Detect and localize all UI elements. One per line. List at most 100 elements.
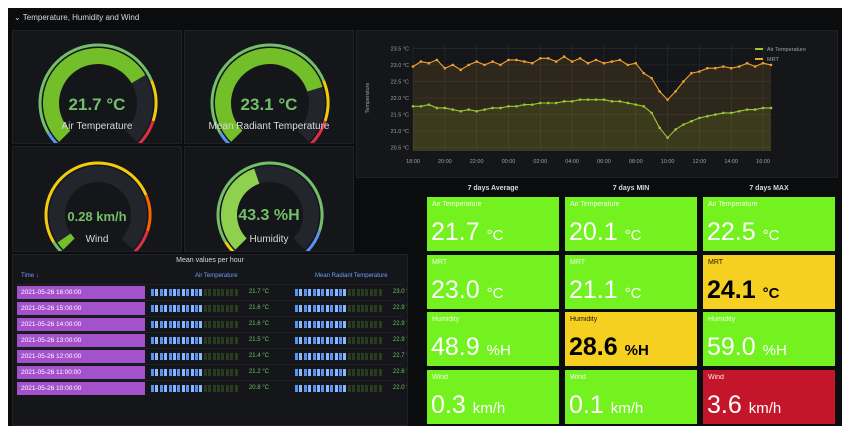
bar-segment bbox=[339, 353, 342, 360]
stat-min-wind[interactable]: Wind 0.1 km/h bbox=[564, 368, 698, 425]
data-point bbox=[610, 60, 614, 63]
column-header-air[interactable]: Air Temperature bbox=[195, 273, 238, 279]
stat-number: 21.7 bbox=[431, 218, 480, 246]
stat-max-wind[interactable]: Wind 3.6 km/h bbox=[702, 368, 836, 425]
bar-segment bbox=[312, 385, 316, 392]
data-point bbox=[618, 58, 622, 62]
bar-segment bbox=[347, 353, 351, 360]
gauge-value: 23.1 °C bbox=[240, 95, 298, 114]
bar-segment bbox=[230, 385, 234, 392]
mrt-value-cell: 23.0 °C bbox=[392, 289, 407, 295]
data-point bbox=[531, 103, 534, 106]
bar-segment bbox=[334, 305, 338, 312]
data-point bbox=[761, 61, 765, 65]
gauge-value: 0.28 km/h bbox=[67, 209, 127, 224]
bar-segment bbox=[347, 337, 351, 344]
data-point bbox=[459, 68, 463, 72]
table-row[interactable]: 2021-05-26 15:00:00 21.6 °C 22.9 °C bbox=[17, 300, 407, 316]
data-point bbox=[721, 65, 725, 68]
y-tick-label: 22.0 °C bbox=[391, 96, 409, 102]
table-row[interactable]: 2021-05-26 10:00:00 20.8 °C 22.0 °C bbox=[17, 380, 407, 396]
dashboard: ⌄ Temperature, Humidity and Wind 21.7 °C… bbox=[8, 8, 842, 426]
bar-segment bbox=[190, 353, 194, 360]
bar-segment bbox=[374, 321, 378, 328]
bar-segment bbox=[159, 289, 163, 296]
bar-segment bbox=[164, 289, 168, 296]
stat-value: 0.3 km/h bbox=[431, 391, 505, 420]
data-point bbox=[467, 63, 470, 67]
data-point bbox=[475, 60, 478, 63]
stat-min-air-temperature[interactable]: Air Temperature 20.1 °C bbox=[564, 196, 698, 252]
bar-segment bbox=[173, 369, 176, 376]
bar-segment bbox=[203, 289, 207, 296]
column-header-time[interactable]: Time ↓ bbox=[21, 273, 39, 279]
table-row[interactable]: 2021-05-26 16:00:00 21.7 °C 23.0 °C bbox=[17, 284, 407, 300]
bar-segment bbox=[151, 369, 154, 376]
bar-segment bbox=[352, 289, 356, 296]
bar-segment bbox=[365, 305, 369, 312]
bar-segment bbox=[177, 305, 181, 312]
data-point bbox=[515, 104, 518, 108]
gauge-wind: 0.28 km/h Wind bbox=[12, 146, 182, 252]
data-point bbox=[753, 108, 757, 111]
stat-average-mrt[interactable]: MRT 23.0 °C bbox=[426, 253, 560, 310]
table-row[interactable]: 2021-05-26 13:00:00 21.5 °C 22.9 °C bbox=[17, 332, 407, 348]
column-header-mrt[interactable]: Mean Radiant Temperature bbox=[315, 273, 388, 279]
row-header[interactable]: ⌄ Temperature, Humidity and Wind bbox=[10, 10, 139, 26]
data-point bbox=[562, 100, 566, 103]
bar-segment bbox=[334, 321, 338, 328]
bar-segment bbox=[155, 385, 159, 392]
stat-label: Humidity bbox=[570, 316, 598, 323]
stat-unit: °C bbox=[624, 227, 642, 244]
bar-segment bbox=[334, 337, 338, 344]
bar-segment bbox=[155, 353, 159, 360]
data-point bbox=[729, 111, 733, 115]
bar-segment bbox=[295, 321, 298, 328]
table-row[interactable]: 2021-05-26 11:00:00 21.2 °C 22.6 °C bbox=[17, 364, 407, 380]
data-point bbox=[419, 104, 423, 108]
stat-average-wind[interactable]: Wind 0.3 km/h bbox=[426, 368, 560, 425]
bar-segment bbox=[303, 369, 307, 376]
bar-segment bbox=[217, 337, 220, 344]
bar-segment bbox=[308, 337, 312, 344]
bar-segment bbox=[356, 289, 360, 296]
bar-segment bbox=[186, 289, 190, 296]
bar-segment bbox=[230, 289, 234, 296]
stat-min-mrt[interactable]: MRT 21.1 °C bbox=[564, 253, 698, 310]
bar-segment bbox=[343, 321, 347, 328]
bar-segment bbox=[365, 353, 369, 360]
stat-min-humidity[interactable]: Humidity 28.6 %H bbox=[564, 311, 698, 367]
stat-average-air-temperature[interactable]: Air Temperature 21.7 °C bbox=[426, 196, 560, 252]
bar-segment bbox=[155, 369, 159, 376]
stat-max-humidity[interactable]: Humidity 59.0 %H bbox=[702, 311, 836, 367]
data-point bbox=[594, 58, 598, 62]
stat-number: 28.6 bbox=[569, 333, 618, 361]
table-row[interactable]: 2021-05-26 14:00:00 21.6 °C 22.9 °C bbox=[17, 316, 407, 332]
collapse-chevron-icon[interactable]: ⌄ bbox=[14, 13, 23, 22]
bar-segment bbox=[164, 337, 168, 344]
bar-segment bbox=[374, 369, 378, 376]
bar-segment bbox=[159, 385, 163, 392]
data-point bbox=[523, 103, 526, 106]
bar-segment bbox=[199, 337, 203, 344]
stat-label: Air Temperature bbox=[708, 201, 758, 208]
stat-max-air-temperature[interactable]: Air Temperature 22.5 °C bbox=[702, 196, 836, 252]
bar-segment bbox=[343, 353, 347, 360]
stat-unit: °C bbox=[486, 284, 504, 302]
data-point bbox=[451, 108, 455, 111]
table-row[interactable]: 2021-05-26 12:00:00 21.4 °C 22.7 °C bbox=[17, 348, 407, 364]
bar-segment bbox=[369, 369, 373, 376]
bar-segment bbox=[321, 305, 325, 312]
data-point bbox=[467, 108, 470, 111]
bar-segment bbox=[199, 321, 203, 328]
data-point bbox=[562, 55, 566, 58]
bar-segment bbox=[369, 321, 373, 328]
bar-segment bbox=[177, 353, 181, 360]
stat-max-mrt[interactable]: MRT 24.1 °C bbox=[702, 253, 836, 310]
bar-segment bbox=[221, 321, 225, 328]
bar-segment bbox=[159, 305, 163, 312]
bar-segment bbox=[356, 305, 360, 312]
stat-average-humidity[interactable]: Humidity 48.9 %H bbox=[426, 311, 560, 367]
bar-segment bbox=[221, 305, 225, 312]
bar-segment bbox=[347, 289, 351, 296]
